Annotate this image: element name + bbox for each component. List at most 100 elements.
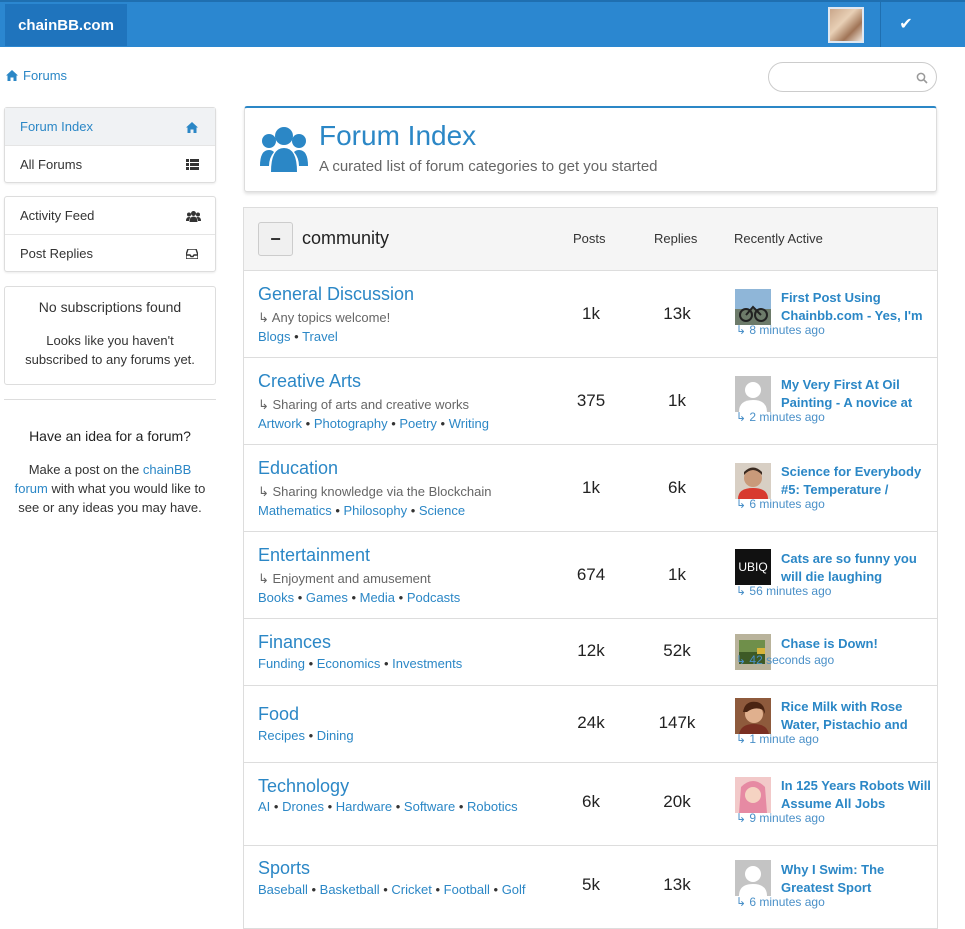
- tag-link[interactable]: Recipes: [258, 728, 305, 743]
- tag-link[interactable]: Science: [419, 503, 465, 518]
- users-icon: [260, 126, 308, 172]
- sidebar-item-label: Activity Feed: [20, 208, 95, 223]
- forum-description: ↳ Sharing knowledge via the Blockchain: [258, 484, 492, 499]
- forum-table-header: − community Posts Replies Recently Activ…: [244, 208, 937, 271]
- replies-count: 52k: [663, 641, 691, 660]
- tag-link[interactable]: Cricket: [391, 882, 431, 897]
- tag-link[interactable]: Investments: [392, 656, 462, 671]
- recent-post-link[interactable]: In 125 Years Robots Will Assume All Jobs: [781, 777, 931, 813]
- recent-post-link[interactable]: Why I Swim: The Greatest Sport: [781, 861, 931, 897]
- avatar[interactable]: [735, 777, 771, 813]
- tag-link[interactable]: Mathematics: [258, 503, 332, 518]
- forum-tags: Mathematics • Philosophy • Science: [258, 503, 466, 518]
- tag-link[interactable]: Games: [306, 590, 348, 605]
- forum-title-link[interactable]: Food: [258, 704, 299, 725]
- tag-link[interactable]: Drones: [282, 799, 324, 814]
- sidebar-item-all-forums[interactable]: All Forums: [5, 145, 215, 182]
- tag-link[interactable]: Golf: [502, 882, 526, 897]
- sidebar-main-nav: Forum Index All Forums: [4, 107, 216, 183]
- forum-row: Food Recipes • Dining 24k 147k Rice Milk…: [244, 686, 937, 763]
- recent-post-time: ↳ 1 minute ago: [736, 732, 819, 746]
- idea-title: Have an idea for a forum?: [29, 428, 191, 444]
- recent-post-link[interactable]: Cats are so funny you will die laughing: [781, 550, 931, 586]
- avatar[interactable]: [735, 376, 771, 412]
- forum-row: Finances Funding • Economics • Investmen…: [244, 619, 937, 686]
- checkmark-icon[interactable]: ✔: [892, 12, 920, 38]
- tag-link[interactable]: Economics: [317, 656, 381, 671]
- user-avatar[interactable]: [828, 7, 864, 43]
- posts-count: 1k: [582, 304, 600, 323]
- recent-post-link[interactable]: Rice Milk with Rose Water, Pistachio and: [781, 698, 931, 734]
- users-icon: [186, 210, 201, 222]
- forum-title-link[interactable]: Finances: [258, 632, 331, 653]
- page-title: Forum Index: [319, 120, 477, 151]
- tag-link[interactable]: Hardware: [336, 799, 392, 814]
- tag-link[interactable]: Robotics: [467, 799, 518, 814]
- navbar-divider: [880, 2, 881, 47]
- sidebar-divider: [4, 399, 216, 400]
- forum-tags: Blogs • Travel: [258, 329, 338, 344]
- tag-link[interactable]: Funding: [258, 656, 305, 671]
- replies-count: 13k: [663, 304, 691, 323]
- no-subscriptions-title: No subscriptions found: [38, 299, 182, 315]
- tag-link[interactable]: Dining: [317, 728, 354, 743]
- posts-count: 1k: [582, 478, 600, 497]
- tag-link[interactable]: Blogs: [258, 329, 291, 344]
- forum-title-link[interactable]: Technology: [258, 776, 349, 797]
- search-icon[interactable]: [916, 71, 928, 84]
- sidebar-item-post-replies[interactable]: Post Replies: [5, 234, 215, 271]
- avatar[interactable]: [735, 463, 771, 499]
- forum-title-link[interactable]: Creative Arts: [258, 371, 361, 392]
- forum-row: Education ↳ Sharing knowledge via the Bl…: [244, 445, 937, 532]
- recent-post-link[interactable]: Science for Everybody #5: Temperature /: [781, 463, 931, 499]
- tag-link[interactable]: Philosophy: [343, 503, 407, 518]
- brand-link[interactable]: chainBB.com: [5, 4, 127, 46]
- sidebar-item-activity-feed[interactable]: Activity Feed: [5, 197, 215, 234]
- no-subscriptions-text: Looks like you haven't subscribed to any…: [25, 333, 195, 367]
- tag-link[interactable]: Artwork: [258, 416, 302, 431]
- tag-link[interactable]: Books: [258, 590, 294, 605]
- replies-count: 147k: [658, 713, 696, 732]
- tag-link[interactable]: Baseball: [258, 882, 308, 897]
- avatar[interactable]: [735, 289, 771, 325]
- list-icon: [186, 158, 200, 170]
- forum-title-link[interactable]: Entertainment: [258, 545, 370, 566]
- recent-post-link[interactable]: My Very First At Oil Painting - A novice…: [781, 376, 931, 412]
- forum-tags: Funding • Economics • Investments: [258, 656, 463, 671]
- tag-link[interactable]: Writing: [449, 416, 489, 431]
- tag-link[interactable]: Basketball: [320, 882, 380, 897]
- forum-row: Sports Baseball • Basketball • Cricket •…: [244, 846, 937, 929]
- column-header-recently-active: Recently Active: [734, 231, 823, 246]
- tag-link[interactable]: AI: [258, 799, 270, 814]
- tag-link[interactable]: Podcasts: [407, 590, 460, 605]
- home-icon: [6, 70, 18, 81]
- recent-post-link[interactable]: First Post Using Chainbb.com - Yes, I'm: [781, 289, 931, 325]
- avatar[interactable]: [735, 698, 771, 734]
- breadcrumb-forums-link[interactable]: Forums: [23, 68, 67, 83]
- tag-link[interactable]: Software: [404, 799, 455, 814]
- tag-link[interactable]: Photography: [314, 416, 388, 431]
- avatar[interactable]: UBIQ: [735, 549, 771, 585]
- tag-link[interactable]: Media: [360, 590, 395, 605]
- forum-title-link[interactable]: General Discussion: [258, 284, 414, 305]
- forum-title-link[interactable]: Education: [258, 458, 338, 479]
- forum-row: Creative Arts ↳ Sharing of arts and crea…: [244, 358, 937, 445]
- idea-text-pre: Make a post on the: [28, 462, 143, 477]
- page-subtitle: A curated list of forum categories to ge…: [319, 158, 658, 175]
- recent-post-time: ↳ 56 minutes ago: [736, 584, 832, 598]
- tag-link[interactable]: Football: [444, 882, 490, 897]
- forum-title-link[interactable]: Sports: [258, 858, 310, 879]
- sidebar-item-forum-index[interactable]: Forum Index: [5, 108, 215, 145]
- search-input[interactable]: [768, 62, 937, 92]
- recent-post-link[interactable]: Chase is Down!: [781, 635, 931, 653]
- tag-link[interactable]: Poetry: [399, 416, 437, 431]
- collapse-button[interactable]: −: [258, 222, 293, 256]
- tag-link[interactable]: Travel: [302, 329, 338, 344]
- forum-row: Technology AI • Drones • Hardware • Soft…: [244, 763, 937, 846]
- forum-description: ↳ Any topics welcome!: [258, 310, 391, 325]
- recent-post-time: ↳ 6 minutes ago: [736, 895, 825, 909]
- recent-post-time: ↳ 42 seconds ago: [736, 653, 835, 667]
- avatar[interactable]: [735, 860, 771, 896]
- forum-tags: Recipes • Dining: [258, 728, 354, 743]
- forum-tags: AI • Drones • Hardware • Software • Robo…: [258, 799, 518, 814]
